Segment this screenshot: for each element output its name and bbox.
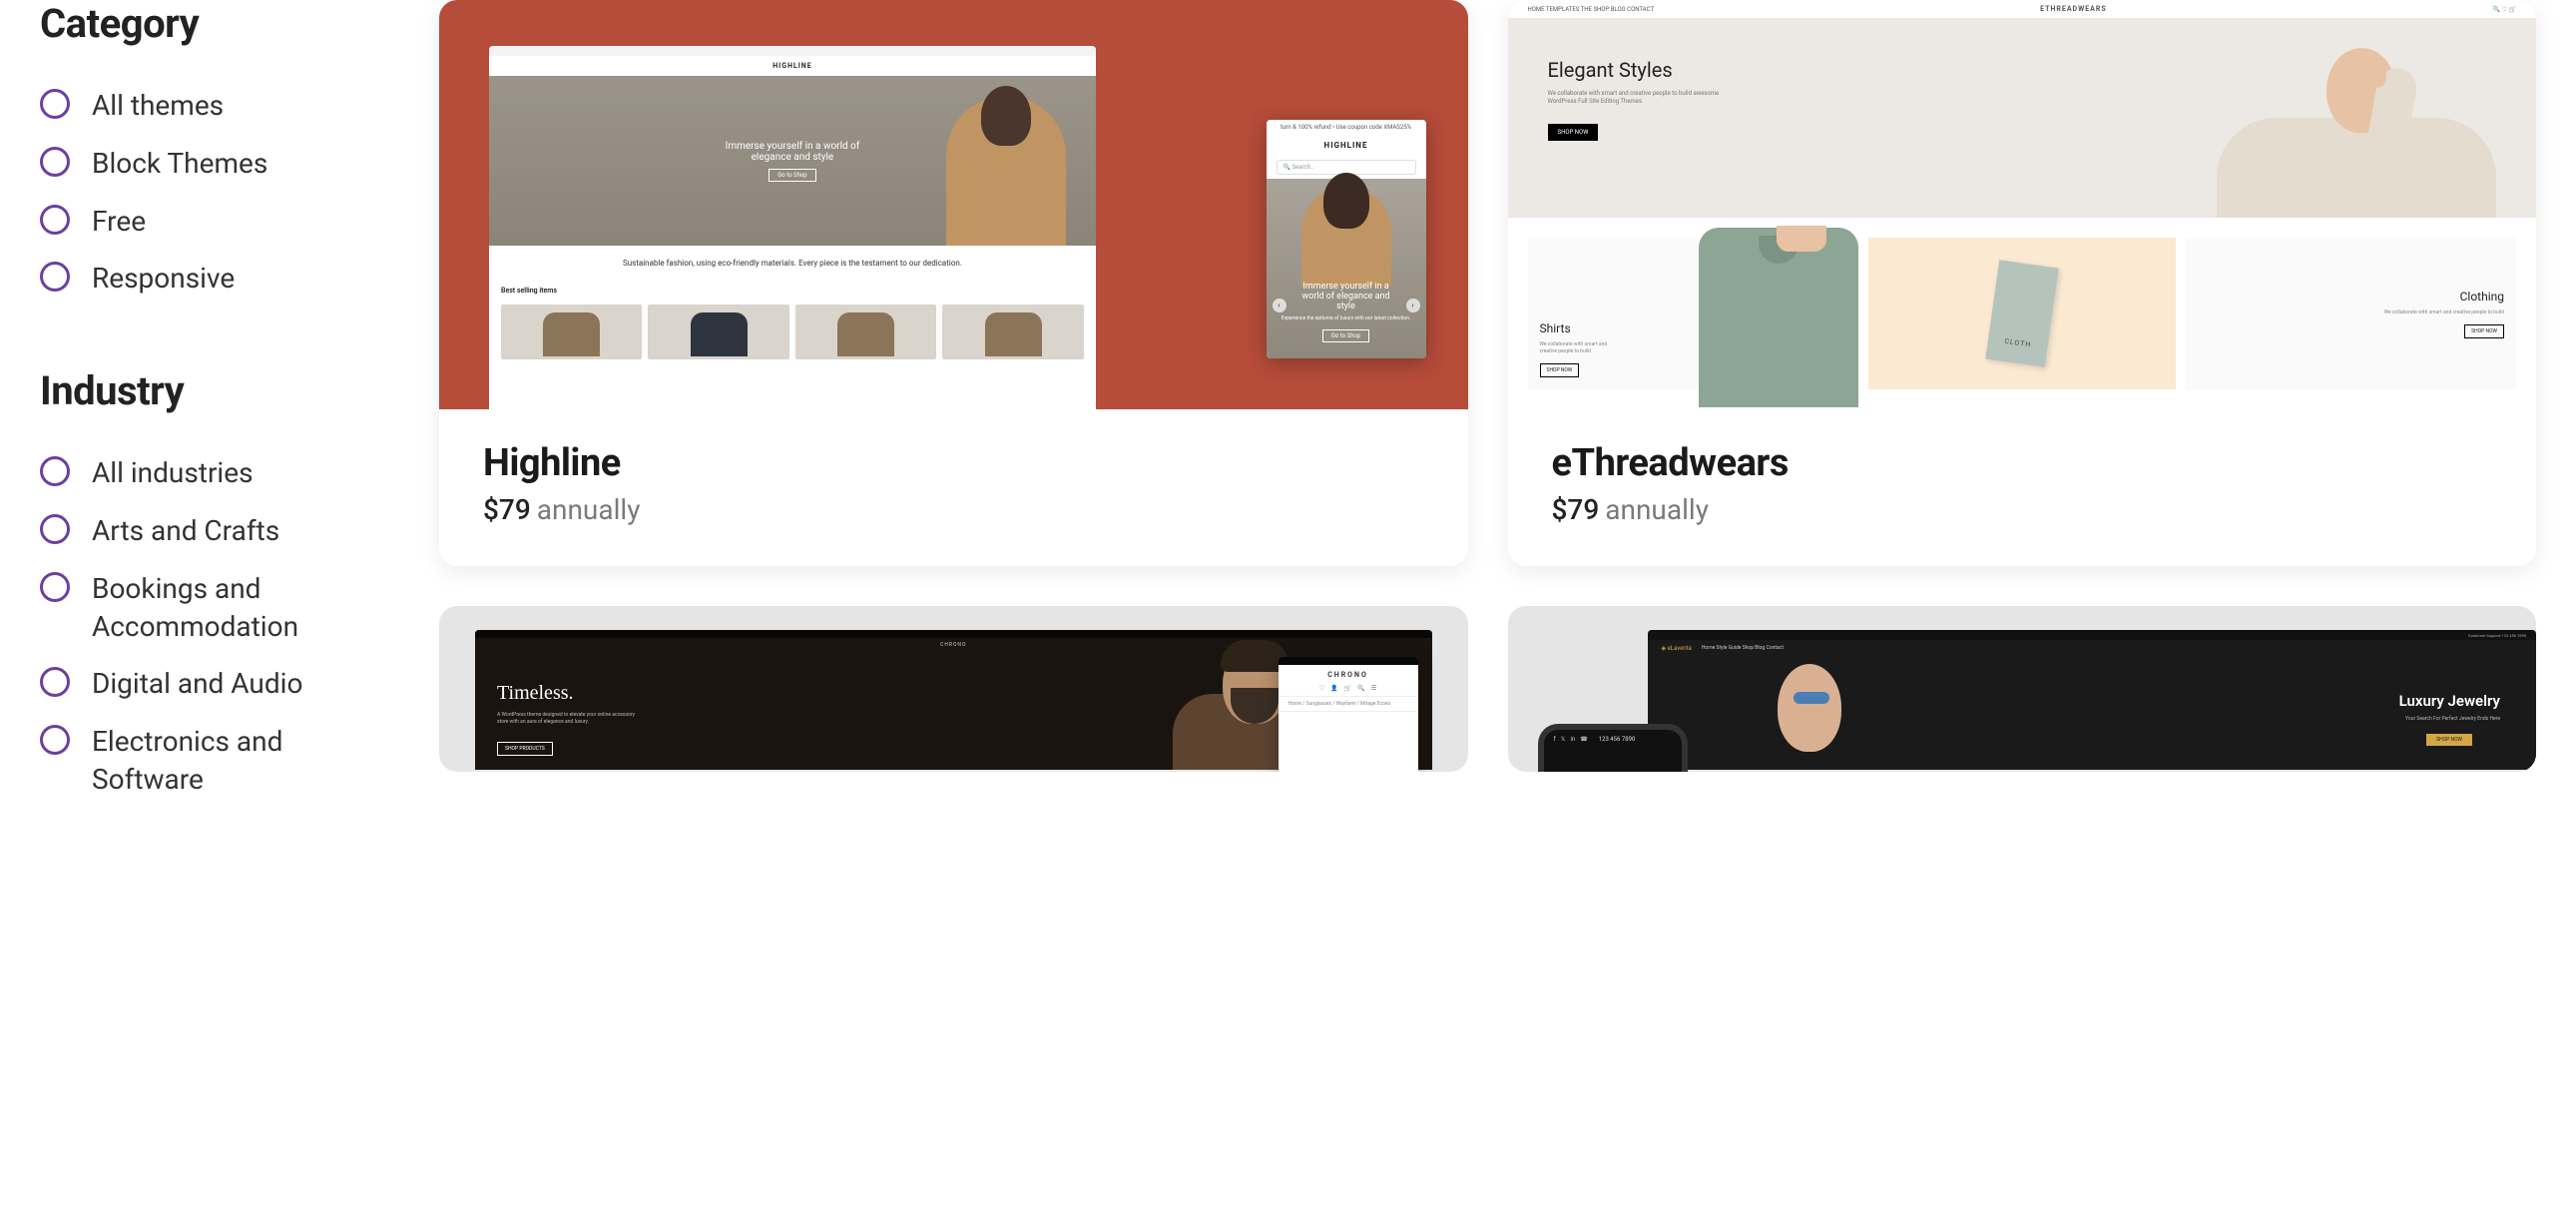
preview-overlay-button: Go to Shop — [1322, 329, 1369, 342]
category-option-free[interactable]: Free — [40, 203, 359, 241]
category-list: All themes Block Themes Free Responsive — [40, 87, 359, 298]
preview-hero-button: SHOP NOW — [1548, 124, 1599, 141]
preview-overlay-brand: CHRONO — [1279, 665, 1418, 685]
filter-label: Bookings and Accommodation — [92, 570, 359, 646]
preview-cell-sub: We collaborate with smart and creative p… — [2384, 309, 2504, 316]
preview-overlay-line: world of elegance and — [1282, 292, 1410, 302]
theme-thumbnail: Customer Support 123 456 7890 ◈ eLaventa… — [1508, 606, 2537, 772]
industry-heading: Industry — [40, 367, 359, 414]
category-option-responsive[interactable]: Responsive — [40, 260, 359, 298]
filter-label: All industries — [92, 454, 254, 492]
price-amount: $79 — [483, 493, 531, 526]
filter-label: Electronics and Software — [92, 723, 359, 799]
theme-card-elaventa[interactable]: Customer Support 123 456 7890 ◈ eLaventa… — [1508, 606, 2537, 772]
twitter-icon: 𝕏 — [1561, 736, 1566, 743]
preview-hero-button: SHOP NOW — [2426, 734, 2472, 746]
industry-list: All industries Arts and Crafts Bookings … — [40, 454, 359, 799]
theme-thumbnail: CHRONO Timeless. A WordPress theme desig… — [439, 606, 1468, 772]
category-option-block-themes[interactable]: Block Themes — [40, 145, 359, 183]
radio-icon — [40, 89, 70, 119]
preview-tag-text: CLOTH — [1987, 335, 2048, 351]
preview-hero-line: elegance and style — [726, 152, 860, 163]
preview-cell-label: Clothing — [2460, 290, 2504, 304]
industry-option-all[interactable]: All industries — [40, 454, 359, 492]
radio-icon — [40, 514, 70, 544]
filter-sidebar: Category All themes Block Themes Free Re… — [40, 0, 359, 799]
theme-title: eThreadwears — [1552, 441, 2493, 485]
preview-overlay-brand: HIGHLINE — [1267, 135, 1426, 156]
price-amount: $79 — [1552, 493, 1600, 526]
theme-thumbnail: HOME TEMPLATES THE SHOP BLOG CONTACT ETH… — [1508, 0, 2537, 409]
radio-icon — [40, 147, 70, 177]
preview-hero-line: Immerse yourself in a world of — [726, 141, 860, 152]
preview-best-heading: Best selling items — [489, 281, 1096, 301]
preview-hero-sub: We collaborate with smart and creative p… — [1548, 90, 1728, 107]
facebook-icon: f — [1554, 736, 1556, 743]
preview-hero-sub: Your Search For Perfect Jewelry Ends Her… — [2405, 716, 2500, 722]
preview-header-icons: 🔍 ♡ 🛒 — [2493, 6, 2516, 13]
industry-option-digital[interactable]: Digital and Audio — [40, 665, 359, 703]
preview-hero-title: Luxury Jewelry — [2399, 692, 2500, 710]
industry-option-arts[interactable]: Arts and Crafts — [40, 512, 359, 550]
category-option-all-themes[interactable]: All themes — [40, 87, 359, 125]
theme-grid: HIGHLINE Immerse yourself in a world of … — [439, 0, 2536, 799]
preview-nav: Home Style Guide Shop Blog Contact — [1702, 645, 1784, 651]
theme-card-ethreadwears[interactable]: HOME TEMPLATES THE SHOP BLOG CONTACT ETH… — [1508, 0, 2537, 566]
theme-thumbnail: HIGHLINE Immerse yourself in a world of … — [439, 0, 1468, 409]
theme-card-highline[interactable]: HIGHLINE Immerse yourself in a world of … — [439, 0, 1468, 566]
preview-cell-button: SHOP NOW — [1540, 363, 1580, 377]
radio-icon — [40, 572, 70, 602]
radio-icon — [40, 205, 70, 235]
radio-icon — [40, 456, 70, 486]
preview-hero-button: Go to Shop — [769, 169, 815, 182]
price-period: annually — [1605, 493, 1709, 526]
filter-label: Digital and Audio — [92, 665, 302, 703]
theme-price: $79annually — [1552, 493, 2493, 526]
filter-label: Block Themes — [92, 145, 267, 183]
category-heading: Category — [40, 0, 359, 47]
theme-price: $79annually — [483, 493, 1424, 526]
preview-logo: ◈ eLaventa — [1662, 645, 1692, 652]
preview-phone-number: 123 456 7890 — [1599, 736, 1636, 743]
price-period: annually — [537, 493, 641, 526]
phone-icon: ☎ — [1580, 736, 1587, 743]
preview-brand: HIGHLINE — [489, 56, 1096, 76]
industry-option-electronics[interactable]: Electronics and Software — [40, 723, 359, 799]
preview-overlay-line: style — [1282, 302, 1410, 311]
preview-cell-sub: We collaborate with smart and creative p… — [1540, 341, 1620, 355]
filter-label: Arts and Crafts — [92, 512, 279, 550]
radio-icon — [40, 667, 70, 697]
preview-phone-mockup: f 𝕏 in ☎ 123 456 7890 — [1538, 724, 1688, 772]
radio-icon — [40, 262, 70, 292]
industry-option-bookings[interactable]: Bookings and Accommodation — [40, 570, 359, 646]
filter-label: Responsive — [92, 260, 235, 298]
filter-label: All themes — [92, 87, 224, 125]
preview-overlay-breadcrumb: Home / Sunglasses / Wayfarer / Mirage Ec… — [1279, 696, 1418, 712]
theme-title: Highline — [483, 441, 1424, 485]
preview-brand: ETHREADWEARS — [2040, 5, 2107, 13]
preview-nav: HOME TEMPLATES THE SHOP BLOG CONTACT — [1528, 6, 1655, 13]
preview-top-support: Customer Support 123 456 7890 — [2468, 633, 2526, 638]
preview-overlay-line: Immerse yourself in a — [1282, 282, 1410, 292]
preview-hero-sub: A WordPress theme designed to elevate yo… — [497, 712, 637, 726]
theme-card-chrono[interactable]: CHRONO Timeless. A WordPress theme desig… — [439, 606, 1468, 772]
preview-hero-title: Timeless. — [497, 682, 574, 705]
preview-sub-text: Sustainable fashion, using eco-friendly … — [489, 246, 1096, 281]
filter-label: Free — [92, 203, 146, 241]
preview-overlay-sub: Experience the epitome of luxury with ou… — [1282, 315, 1410, 321]
radio-icon — [40, 725, 70, 755]
preview-hero-button: SHOP PRODUCTS — [497, 742, 553, 756]
preview-overlay-topbar: turn & 100% refund • Use coupon code XMA… — [1267, 120, 1426, 135]
linkedin-icon: in — [1570, 736, 1575, 743]
preview-cell-button: SHOP NOW — [2464, 324, 2504, 338]
